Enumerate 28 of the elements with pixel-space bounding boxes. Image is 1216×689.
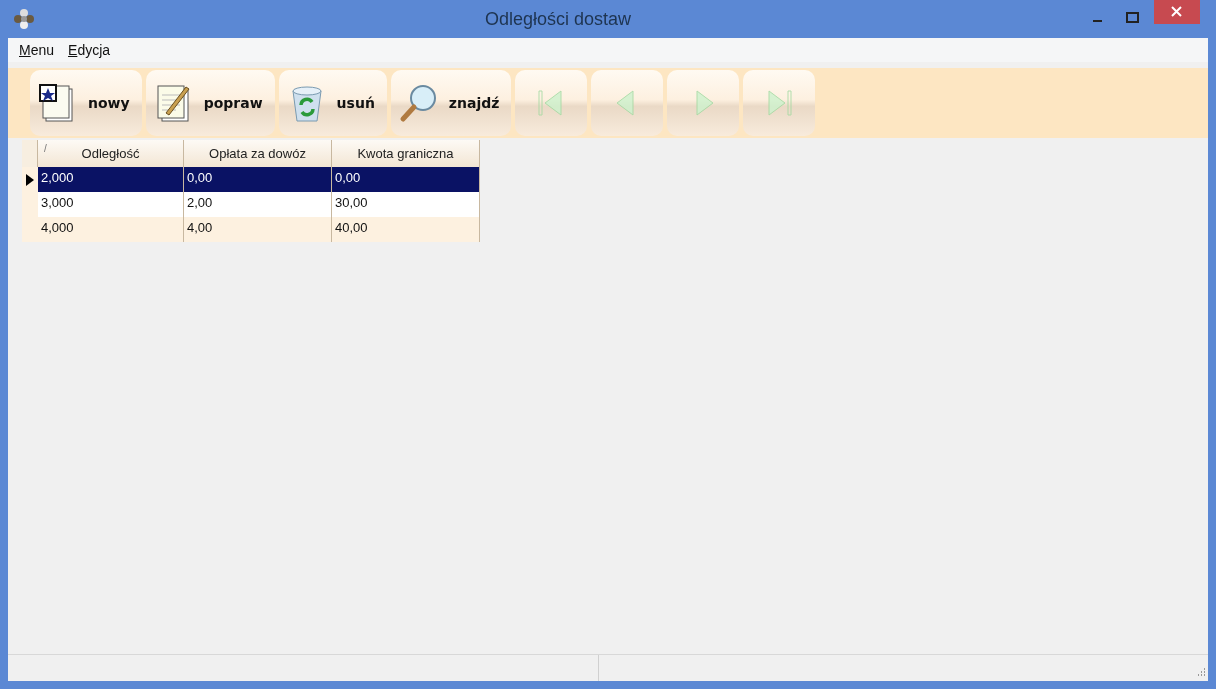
column-title: Odległość <box>81 146 140 161</box>
menu-item[interactable]: Edycja <box>68 42 111 58</box>
column-title: Opłata za dowóz <box>209 146 306 161</box>
table-cell: 0,00 <box>332 167 480 192</box>
column-header[interactable]: / Odległość <box>38 140 184 167</box>
toolbar-button[interactable]: nowy <box>30 70 142 136</box>
toolbar-button[interactable]: znajdź <box>390 70 512 136</box>
column-header[interactable]: Opłata za dowóz <box>184 140 332 167</box>
app-icon <box>14 9 34 29</box>
sort-mark: / <box>44 143 47 154</box>
column-title: Kwota graniczna <box>357 146 454 161</box>
table-cell: 40,00 <box>332 217 480 242</box>
close-button[interactable] <box>1154 0 1200 24</box>
row-indicator[interactable] <box>22 167 38 192</box>
table-cell: 0,00 <box>184 167 332 192</box>
toolbar-button[interactable]: popraw <box>145 70 275 136</box>
table-cell: 2,00 <box>184 192 332 217</box>
table-cell: 3,000 <box>38 192 184 217</box>
header-corner <box>22 140 38 167</box>
table-cell: 4,00 <box>184 217 332 242</box>
table-cell: 4,000 <box>38 217 184 242</box>
toolbar-button[interactable]: usuń <box>278 70 387 136</box>
table-cell: 30,00 <box>332 192 480 217</box>
column-header[interactable]: Kwota graniczna <box>332 140 480 167</box>
menu-item[interactable]: Menu <box>19 42 55 58</box>
window-title: Odległości dostaw <box>483 8 633 30</box>
search-icon <box>398 83 439 123</box>
table-cell: 2,000 <box>38 167 184 192</box>
